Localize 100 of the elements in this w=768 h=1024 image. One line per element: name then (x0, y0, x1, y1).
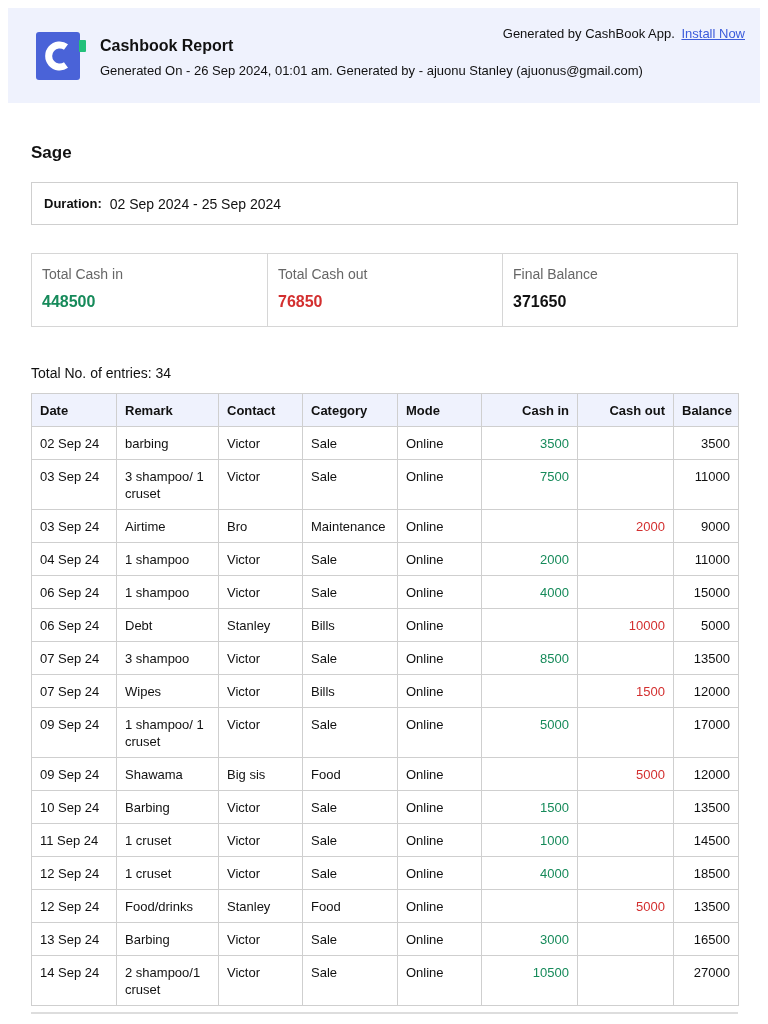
cash-in-cell: 3500 (481, 426, 578, 460)
date-cell: 07 Sep 24 (31, 674, 117, 708)
mode-cell: Online (397, 823, 482, 857)
cash-in-cell: 8500 (481, 641, 578, 675)
balance-cell: 13500 (673, 641, 739, 675)
date-cell: 07 Sep 24 (31, 641, 117, 675)
contact-cell: Stanley (218, 889, 303, 923)
date-cell: 09 Sep 24 (31, 707, 117, 758)
date-cell: 10 Sep 24 (31, 790, 117, 824)
date-cell: 11 Sep 24 (31, 823, 117, 857)
contact-cell: Victor (218, 575, 303, 609)
column-header: Category (302, 393, 398, 427)
logo-icon (36, 32, 86, 80)
summary-value: 448500 (42, 293, 97, 311)
mode-cell: Online (397, 889, 482, 923)
date-cell: 12 Sep 24 (31, 856, 117, 890)
generated-info: Generated On - 26 Sep 2024, 01:01 am. Generated by - ajuonu Stanley (ajuonus@gmail.com) (100, 63, 643, 78)
mode-cell: Online (397, 542, 482, 576)
duration-value: 02 Sep 2024 - 25 Sep 2024 (109, 195, 282, 212)
remark-cell: Shawama (116, 757, 219, 791)
column-header: Cash out (577, 393, 674, 427)
book-name: Sage (31, 143, 73, 163)
column-header: Date (31, 393, 117, 427)
balance-cell: 11000 (673, 542, 739, 576)
category-cell: Sale (302, 641, 398, 675)
install-link[interactable]: Install Now (681, 26, 745, 41)
mode-cell: Online (397, 757, 482, 791)
remark-cell: 1 shampoo/ 1 cruset (116, 707, 219, 758)
cash-in-cell: 4000 (481, 856, 578, 890)
contact-cell: Victor (218, 542, 303, 576)
contact-cell: Victor (218, 707, 303, 758)
mode-cell: Online (397, 509, 482, 543)
date-cell: 04 Sep 24 (31, 542, 117, 576)
cash-in-cell: 2000 (481, 542, 578, 576)
contact-cell: Victor (218, 674, 303, 708)
category-cell: Sale (302, 856, 398, 890)
mode-cell: Online (397, 955, 482, 1006)
contact-cell: Victor (218, 922, 303, 956)
balance-cell: 13500 (673, 889, 739, 923)
category-cell: Sale (302, 707, 398, 758)
remark-cell: 2 shampoo/1 cruset (116, 955, 219, 1006)
category-cell: Sale (302, 790, 398, 824)
balance-cell: 27000 (673, 955, 739, 1006)
mode-cell: Online (397, 790, 482, 824)
contact-cell: Victor (218, 955, 303, 1006)
balance-cell: 12000 (673, 757, 739, 791)
generated-by-text: Generated by CashBook App. (502, 26, 675, 41)
balance-cell: 13500 (673, 790, 739, 824)
date-cell: 03 Sep 24 (31, 509, 117, 543)
summary-value: 76850 (278, 293, 324, 311)
balance-cell: 9000 (673, 509, 739, 543)
duration-label: Duration: (44, 196, 102, 211)
contact-cell: Big sis (218, 757, 303, 791)
remark-cell: Barbing (116, 790, 219, 824)
date-cell: 09 Sep 24 (31, 757, 117, 791)
contact-cell: Victor (218, 641, 303, 675)
balance-cell: 12000 (673, 674, 739, 708)
contact-cell: Victor (218, 823, 303, 857)
mode-cell: Online (397, 856, 482, 890)
cash-in-cell: 7500 (481, 459, 578, 510)
category-cell: Bills (302, 608, 398, 642)
category-cell: Sale (302, 823, 398, 857)
remark-cell: barbing (116, 426, 219, 460)
cash-in-cell: 1500 (481, 790, 578, 824)
balance-cell: 18500 (673, 856, 739, 890)
mode-cell: Online (397, 608, 482, 642)
mode-cell: Online (397, 674, 482, 708)
remark-cell: Airtime (116, 509, 219, 543)
mode-cell: Online (397, 426, 482, 460)
contact-cell: Victor (218, 459, 303, 510)
contact-cell: Victor (218, 856, 303, 890)
remark-cell: 1 shampoo (116, 575, 219, 609)
category-cell: Sale (302, 955, 398, 1006)
cash-in-cell: 3000 (481, 922, 578, 956)
summary-label: Final Balance (513, 266, 599, 282)
column-header: Balance (673, 393, 739, 427)
balance-cell: 15000 (673, 575, 739, 609)
remark-cell: 3 shampoo/ 1 cruset (116, 459, 219, 510)
cash-out-cell: 2000 (577, 509, 674, 543)
contact-cell: Bro (218, 509, 303, 543)
cash-out-cell: 1500 (577, 674, 674, 708)
summary-label: Total Cash in (42, 266, 124, 282)
contact-cell: Victor (218, 790, 303, 824)
remark-cell: Food/drinks (116, 889, 219, 923)
cash-out-cell: 5000 (577, 889, 674, 923)
summary-value: 371650 (513, 293, 568, 311)
cash-out-cell: 10000 (577, 608, 674, 642)
remark-cell: 1 cruset (116, 856, 219, 890)
category-cell: Food (302, 757, 398, 791)
column-header: Mode (397, 393, 482, 427)
report-title: Cashbook Report (100, 37, 235, 55)
cash-in-cell: 5000 (481, 707, 578, 758)
category-cell: Food (302, 889, 398, 923)
date-cell: 14 Sep 24 (31, 955, 117, 1006)
date-cell: 03 Sep 24 (31, 459, 117, 510)
remark-cell: Debt (116, 608, 219, 642)
balance-cell: 3500 (673, 426, 739, 460)
date-cell: 12 Sep 24 (31, 889, 117, 923)
mode-cell: Online (397, 922, 482, 956)
contact-cell: Victor (218, 426, 303, 460)
